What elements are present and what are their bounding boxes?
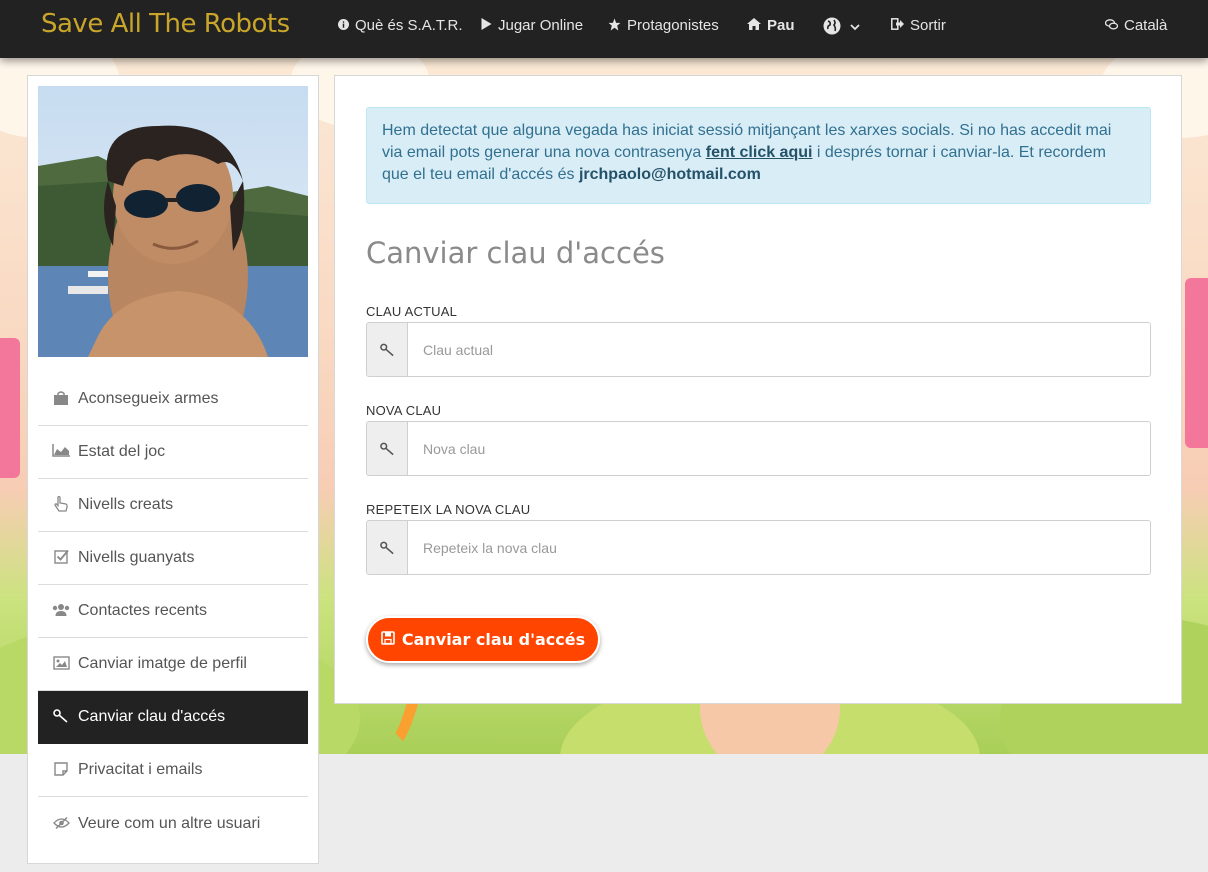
new-password-label: Nova clau <box>366 403 442 418</box>
image-icon <box>52 655 70 673</box>
key-icon <box>367 323 408 376</box>
sidebar-item-change-profile-image[interactable]: Canviar imatge de perfil <box>38 638 308 691</box>
sidebar-menu: Aconsegueix armes Estat del joc Nivells … <box>38 373 308 850</box>
repeat-password-input[interactable] <box>408 521 1150 574</box>
chat-icon <box>1104 18 1119 33</box>
nav-what-is-satr[interactable]: Què és S.A.T.R. <box>338 17 463 34</box>
sidebar-item-won-levels[interactable]: Nivells guanyats <box>38 532 308 585</box>
current-password-group <box>366 322 1151 377</box>
key-icon <box>367 422 408 475</box>
sidebar-item-created-levels[interactable]: Nivells creats <box>38 479 308 532</box>
nav-language-selector[interactable]: Català <box>1104 17 1167 34</box>
key-icon <box>52 708 70 726</box>
play-icon <box>481 18 492 33</box>
key-icon <box>367 521 408 574</box>
current-password-input[interactable] <box>408 323 1150 376</box>
change-password-panel: Hem detectat que alguna vegada has inici… <box>334 75 1182 704</box>
new-password-group <box>366 421 1151 476</box>
globe-icon <box>823 17 841 38</box>
home-icon <box>747 18 761 33</box>
change-password-submit-button[interactable]: Canviar clau d'accés <box>366 616 600 663</box>
sidebar-item-get-weapons[interactable]: Aconsegueix armes <box>38 373 308 426</box>
sidebar-item-view-as-other-user[interactable]: Veure com un altre usuari <box>38 797 308 850</box>
sidebar-item-game-status[interactable]: Estat del joc <box>38 426 308 479</box>
current-password-label: Clau actual <box>366 304 458 319</box>
sticky-note-icon <box>52 761 70 779</box>
area-chart-icon <box>52 444 70 460</box>
avatar <box>38 86 308 357</box>
new-password-input[interactable] <box>408 422 1150 475</box>
sidebar-item-recent-contacts[interactable]: Contactes recents <box>38 585 308 638</box>
shopping-bag-icon <box>52 390 70 408</box>
nav-sign-out[interactable]: Sortir <box>891 17 946 34</box>
sidebar-item-change-password[interactable]: Canviar clau d'accés <box>38 691 308 744</box>
page-title: Canviar clau d'accés <box>366 236 665 270</box>
hand-pointer-icon <box>52 495 70 515</box>
eye-slash-icon <box>52 816 70 832</box>
login-email: jrchpaolo@hotmail.com <box>578 166 761 183</box>
nav-protagonists[interactable]: Protagonistes <box>608 17 719 34</box>
social-login-info-alert: Hem detectat que alguna vegada has inici… <box>366 107 1151 204</box>
save-icon <box>381 630 395 649</box>
info-icon <box>338 18 349 33</box>
check-square-icon <box>52 549 70 567</box>
brand-logo[interactable]: Save All The Robots <box>41 9 290 39</box>
sidebar-item-privacy-emails[interactable]: Privacitat i emails <box>38 744 308 797</box>
star-icon <box>608 18 621 34</box>
sign-out-icon <box>891 18 904 33</box>
users-icon <box>52 603 70 620</box>
nav-user-home[interactable]: Pau <box>747 17 795 34</box>
top-navbar: Save All The Robots Què és S.A.T.R. Juga… <box>0 0 1208 58</box>
repeat-password-group <box>366 520 1151 575</box>
reset-password-link[interactable]: fent click aqui <box>706 144 813 161</box>
nav-play-online[interactable]: Jugar Online <box>481 17 583 34</box>
nav-language-globe-dropdown[interactable] <box>823 17 860 38</box>
repeat-password-label: Repeteix la nova clau <box>366 502 531 517</box>
profile-sidebar: Aconsegueix armes Estat del joc Nivells … <box>27 75 319 864</box>
chevron-down-icon <box>850 22 860 34</box>
